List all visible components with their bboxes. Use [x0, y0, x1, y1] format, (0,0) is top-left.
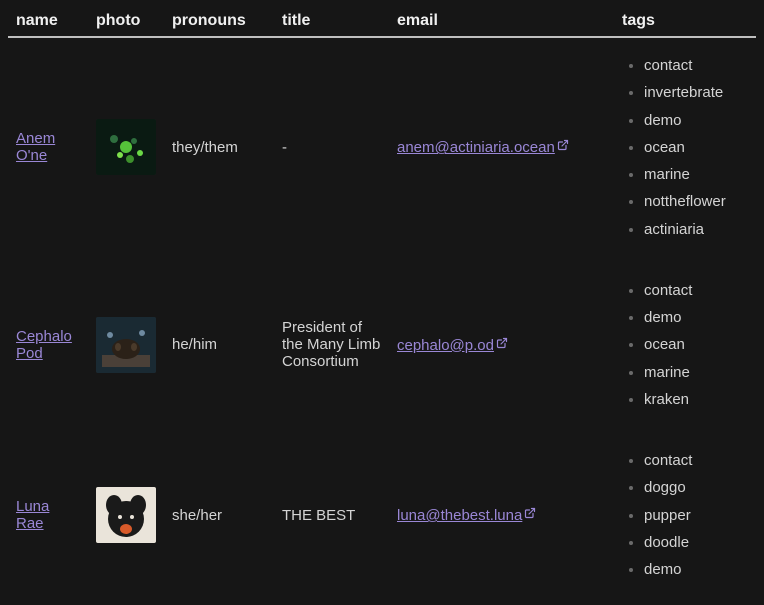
tag-item: contact: [644, 449, 748, 472]
tag-item: doggo: [644, 476, 748, 499]
external-link-icon: [557, 138, 569, 155]
contact-name-link[interactable]: Luna Rae: [16, 498, 49, 532]
contact-photo: [96, 317, 156, 373]
tag-item: actiniaria: [644, 218, 748, 241]
contact-pronouns: he/him: [164, 257, 274, 427]
contact-email-link[interactable]: cephalo@p.od: [397, 337, 508, 354]
col-header-tags: tags: [614, 8, 756, 37]
tag-item: nottheflower: [644, 190, 748, 213]
tag-item: contact: [644, 279, 748, 302]
tag-item: kraken: [644, 388, 748, 411]
col-header-photo: photo: [88, 8, 164, 37]
contact-tags-list: contact doggo pupper doodle demo: [622, 449, 748, 581]
table-row: Anem O'ne they/them -: [8, 37, 756, 257]
tag-item: ocean: [644, 136, 748, 159]
col-header-title: title: [274, 8, 389, 37]
external-link-icon: [496, 336, 508, 353]
contact-tags-list: contact invertebrate demo ocean marine n…: [622, 54, 748, 241]
contact-title: President of the Many Limb Consortium: [274, 257, 389, 427]
contact-title: -: [274, 37, 389, 257]
tag-item: pupper: [644, 504, 748, 527]
tag-item: demo: [644, 109, 748, 132]
col-header-email: email: [389, 8, 614, 37]
col-header-pronouns: pronouns: [164, 8, 274, 37]
tag-item: ocean: [644, 333, 748, 356]
contact-tags-list: contact demo ocean marine kraken: [622, 279, 748, 411]
contact-name-link[interactable]: Cephalo Pod: [16, 328, 72, 362]
contact-name-link[interactable]: Anem O'ne: [16, 130, 55, 164]
tag-item: demo: [644, 558, 748, 581]
col-header-name: name: [8, 8, 88, 37]
contact-photo: [96, 487, 156, 543]
table-header-row: name photo pronouns title email tags: [8, 8, 756, 37]
contact-title: THE BEST: [274, 427, 389, 597]
email-text: cephalo@p.od: [397, 337, 494, 354]
contacts-table: name photo pronouns title email tags Ane…: [8, 8, 756, 597]
tag-item: demo: [644, 306, 748, 329]
table-row: Luna Rae she/her THE BEST: [8, 427, 756, 597]
tag-item: marine: [644, 361, 748, 384]
contact-pronouns: she/her: [164, 427, 274, 597]
table-row: Cephalo Pod he/him President of the: [8, 257, 756, 427]
tag-item: invertebrate: [644, 81, 748, 104]
contact-photo: [96, 119, 156, 175]
contact-email-link[interactable]: luna@thebest.luna: [397, 507, 536, 524]
tag-item: doodle: [644, 531, 748, 554]
email-text: anem@actiniaria.ocean: [397, 139, 555, 156]
tag-item: marine: [644, 163, 748, 186]
contact-pronouns: they/them: [164, 37, 274, 257]
tag-item: contact: [644, 54, 748, 77]
external-link-icon: [524, 506, 536, 523]
email-text: luna@thebest.luna: [397, 507, 522, 524]
contact-email-link[interactable]: anem@actiniaria.ocean: [397, 139, 569, 156]
